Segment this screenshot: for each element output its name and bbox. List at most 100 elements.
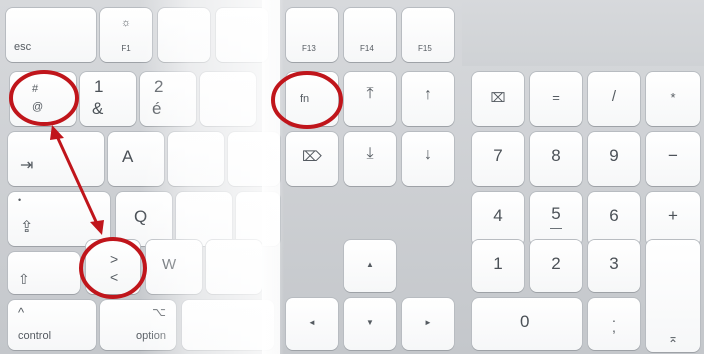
arrow-right-icon: ► bbox=[424, 318, 432, 327]
key-slash-label: / bbox=[611, 88, 617, 105]
key-esc[interactable]: esc bbox=[6, 8, 96, 62]
key-num-6-label: 6 bbox=[609, 206, 619, 225]
key-num-2-label: 2 bbox=[551, 254, 561, 273]
key-num-4-label: 4 bbox=[493, 206, 503, 225]
key-num-decimal[interactable]: . , bbox=[588, 298, 640, 350]
tab-arrow-icon: ⇥ bbox=[20, 157, 34, 174]
key-option-label: option bbox=[136, 330, 166, 342]
key-e[interactable] bbox=[228, 132, 280, 186]
key-num-plus[interactable]: + bbox=[646, 192, 700, 246]
empty-region bbox=[462, 0, 704, 66]
key-f2[interactable] bbox=[158, 8, 210, 62]
key-1-bottom-label: & bbox=[92, 99, 104, 118]
key-num-enter[interactable]: ⌅ bbox=[646, 240, 700, 352]
key-asterisk-label: * bbox=[670, 90, 676, 105]
key-tab[interactable]: ⇥ bbox=[8, 132, 104, 186]
key-num-7[interactable]: 7 bbox=[472, 132, 524, 186]
key-f1-label: F1 bbox=[121, 44, 131, 53]
key-z[interactable] bbox=[168, 132, 224, 186]
key-num-3-label: 3 bbox=[609, 254, 619, 273]
key-arrow-left[interactable]: ◄ bbox=[286, 298, 338, 350]
key-f14[interactable]: F14 bbox=[344, 8, 396, 62]
key-num-8[interactable]: 8 bbox=[530, 132, 582, 186]
end-arrow-icon: ⤓ bbox=[366, 145, 374, 162]
control-icon: ^ bbox=[18, 305, 25, 320]
key-arrow-right[interactable]: ► bbox=[402, 298, 454, 350]
arrow-down-icon: ▼ bbox=[366, 318, 374, 327]
key-num-4[interactable]: 4 bbox=[472, 192, 524, 246]
key-num-3[interactable]: 3 bbox=[588, 240, 640, 292]
key-control[interactable]: ^ control bbox=[8, 300, 96, 350]
key-f13[interactable]: F13 bbox=[286, 8, 338, 62]
key-num-0[interactable]: 0 bbox=[472, 298, 582, 350]
key-2[interactable]: 2 é bbox=[140, 72, 196, 126]
key-page-up[interactable]: ↑ bbox=[402, 72, 454, 126]
key-hash-label: # bbox=[32, 83, 39, 95]
key-a[interactable]: A bbox=[108, 132, 164, 186]
key-num-comma-label: , bbox=[612, 319, 616, 335]
key-w-label: W bbox=[162, 256, 177, 273]
key-hash-at[interactable]: # @ bbox=[10, 72, 76, 126]
key-1-top-label: 1 bbox=[94, 77, 104, 96]
key-gt-lt[interactable]: > < bbox=[86, 240, 140, 294]
key-slash[interactable]: / bbox=[588, 72, 640, 126]
key-end[interactable]: ⤓ bbox=[344, 132, 396, 186]
key-num-5[interactable]: 5 bbox=[530, 192, 582, 246]
brightness-down-icon: ☼ bbox=[120, 17, 132, 29]
key-command[interactable] bbox=[182, 300, 274, 350]
key-num-minus[interactable]: − bbox=[646, 132, 700, 186]
caps-lock-icon: ⇪ bbox=[20, 219, 34, 236]
key-1[interactable]: 1 & bbox=[80, 72, 136, 126]
enter-icon: ⌅ bbox=[667, 331, 679, 345]
key-3[interactable] bbox=[200, 72, 256, 126]
key-2-top-label: 2 bbox=[154, 77, 164, 96]
key-f1[interactable]: ☼ F1 bbox=[100, 8, 152, 62]
key-num-5-label: 5 bbox=[551, 204, 561, 223]
caps-lock-indicator: • bbox=[18, 195, 22, 205]
key-x[interactable] bbox=[206, 240, 262, 294]
key-equals[interactable]: = bbox=[530, 72, 582, 126]
key-esc-label: esc bbox=[14, 41, 32, 53]
key-num-9-label: 9 bbox=[609, 146, 619, 165]
key-caps-lock[interactable]: • ⇪ bbox=[8, 192, 110, 246]
key-num-5-nub bbox=[550, 228, 562, 229]
key-page-down[interactable]: ↓ bbox=[402, 132, 454, 186]
key-at-label: @ bbox=[32, 101, 44, 113]
arrow-left-icon: ◄ bbox=[308, 318, 316, 327]
key-gt-label: > bbox=[110, 251, 119, 267]
key-asterisk[interactable]: * bbox=[646, 72, 700, 126]
key-lt-label: < bbox=[110, 269, 119, 285]
key-shift-left[interactable]: ⇧ bbox=[8, 252, 80, 294]
page-up-arrow-icon: ↑ bbox=[424, 86, 432, 103]
key-option[interactable]: ⌥ option bbox=[100, 300, 176, 350]
page-down-arrow-icon: ↓ bbox=[424, 146, 432, 163]
key-w[interactable]: W bbox=[146, 240, 202, 294]
key-arrow-up[interactable]: ▲ bbox=[344, 240, 396, 292]
key-arrow-down[interactable]: ▼ bbox=[344, 298, 396, 350]
key-s[interactable] bbox=[176, 192, 232, 246]
key-fn[interactable]: fn bbox=[286, 72, 338, 126]
key-num-2[interactable]: 2 bbox=[530, 240, 582, 292]
key-equals-label: = bbox=[552, 90, 560, 105]
key-f15[interactable]: F15 bbox=[402, 8, 454, 62]
key-num-plus-label: + bbox=[668, 206, 678, 225]
delete-forward-icon: ⌦ bbox=[302, 148, 322, 164]
key-clear[interactable]: ⌧ bbox=[472, 72, 524, 126]
key-delete-forward[interactable]: ⌦ bbox=[286, 132, 338, 186]
key-num-7-label: 7 bbox=[493, 146, 503, 165]
key-num-6[interactable]: 6 bbox=[588, 192, 640, 246]
key-f14-label: F14 bbox=[360, 44, 374, 53]
key-f3[interactable] bbox=[216, 8, 268, 62]
shift-icon: ⇧ bbox=[18, 271, 30, 287]
keyboard-area: esc ☼ F1 F13 F14 F15 # @ 1 & 2 é fn ⤒ ↑ … bbox=[0, 0, 704, 354]
key-2-bottom-label: é bbox=[152, 99, 162, 118]
key-d[interactable] bbox=[236, 192, 280, 246]
key-home[interactable]: ⤒ bbox=[344, 72, 396, 126]
key-num-1[interactable]: 1 bbox=[472, 240, 524, 292]
option-icon: ⌥ bbox=[152, 305, 166, 319]
clear-icon: ⌧ bbox=[490, 90, 506, 105]
key-num-0-label: 0 bbox=[520, 312, 530, 331]
key-q[interactable]: Q bbox=[116, 192, 172, 246]
key-num-minus-label: − bbox=[668, 146, 678, 165]
key-num-9[interactable]: 9 bbox=[588, 132, 640, 186]
